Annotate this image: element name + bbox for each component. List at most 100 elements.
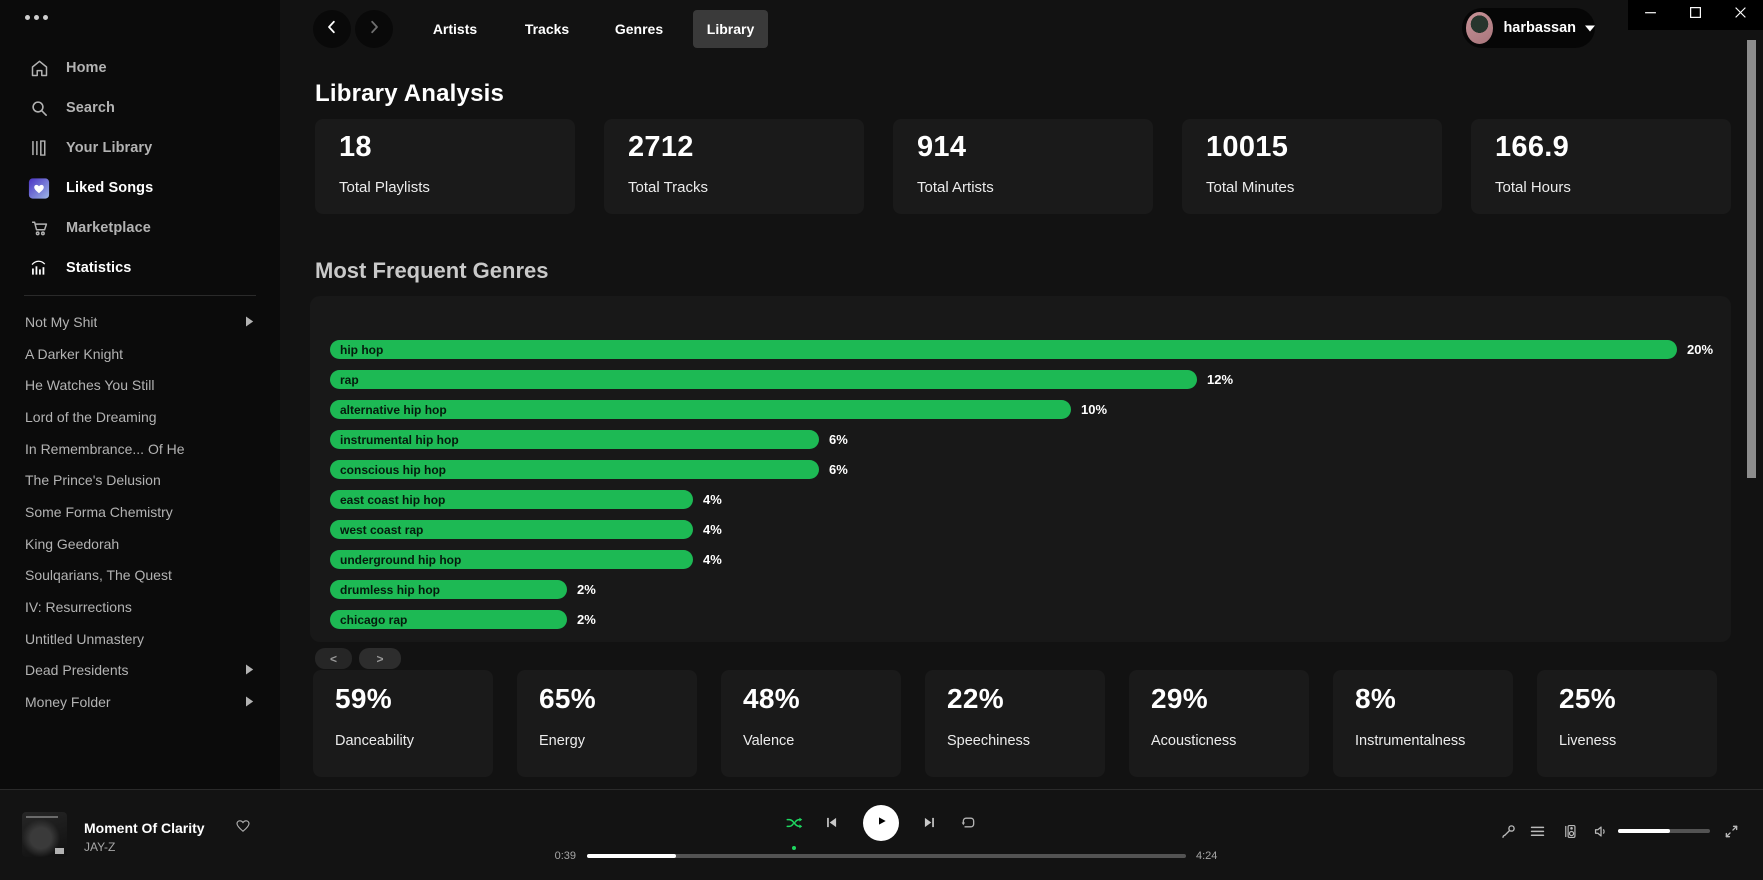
genre-bar-alternative-hip-hop: alternative hip hop: [330, 400, 1071, 419]
forward-icon: [365, 18, 383, 41]
stat-label: Total Minutes: [1206, 179, 1294, 196]
more-options-icon[interactable]: [25, 15, 48, 20]
playlist-item-iv-resurrections[interactable]: IV: Resurrections: [0, 591, 280, 623]
forward-button[interactable]: [355, 10, 393, 48]
genre-bar-chicago-rap: chicago rap: [330, 610, 567, 629]
player-bar: Moment Of Clarity JAY-Z 0:39 4:24: [0, 789, 1763, 880]
chevron-right-icon: [245, 662, 254, 678]
sidebar-item-label: Statistics: [66, 260, 131, 276]
marketplace-icon: [28, 217, 50, 239]
back-icon: [323, 18, 341, 41]
sidebar-item-search[interactable]: Search: [0, 88, 280, 128]
like-button[interactable]: [234, 817, 252, 840]
playlist-item-untitled-unmastery[interactable]: Untitled Unmastery: [0, 623, 280, 655]
app-window: Home Search Your Library Liked Songs Mar…: [0, 0, 1763, 880]
sidebar-item-home[interactable]: Home: [0, 48, 280, 88]
genre-bar-label: hip hop: [340, 343, 383, 357]
stat-value: 10015: [1206, 131, 1288, 164]
playlist-label: Untitled Unmastery: [25, 631, 144, 647]
volume-icon[interactable]: [1592, 822, 1611, 841]
progress-fill: [587, 854, 676, 858]
playlist-item-he-watches-you-still[interactable]: He Watches You Still: [0, 369, 280, 401]
genre-bar-drumless-hip-hop: drumless hip hop: [330, 580, 567, 599]
statistics-icon: [28, 257, 50, 279]
playlist-label: A Darker Knight: [25, 346, 123, 362]
playlist-item-a-darker-knight[interactable]: A Darker Knight: [0, 338, 280, 370]
volume-fill: [1618, 829, 1670, 833]
genre-bar-conscious-hip-hop: conscious hip hop: [330, 460, 819, 479]
playlist-item-king-geedorah[interactable]: King Geedorah: [0, 528, 280, 560]
genre-bar-hip-hop: hip hop: [330, 340, 1677, 359]
chart-prev-button[interactable]: <: [315, 648, 352, 669]
tab-tracks[interactable]: Tracks: [525, 21, 569, 37]
device-icon[interactable]: [1561, 822, 1580, 841]
stat-card-total-playlists: 18 Total Playlists: [315, 119, 575, 214]
playlist-item-in-remembrance-of-he[interactable]: In Remembrance... Of He: [0, 433, 280, 465]
chart-pagination: < >: [315, 648, 401, 669]
minimize-button[interactable]: [1628, 0, 1673, 30]
genre-bar-value: 20%: [1687, 342, 1713, 357]
genre-bar-label: conscious hip hop: [340, 463, 446, 477]
tab-artists[interactable]: Artists: [433, 21, 477, 37]
feature-label: Danceability: [335, 733, 414, 749]
sidebar-item-statistics[interactable]: Statistics: [0, 248, 280, 288]
feature-value: 48%: [743, 683, 800, 715]
sidebar-item-label: Liked Songs: [66, 180, 153, 196]
sidebar-item-label: Your Library: [66, 140, 152, 156]
sidebar-divider: [24, 295, 256, 296]
tab-genres[interactable]: Genres: [615, 21, 663, 37]
main-area: Artists Tracks Genres Library harbassan Lib…: [280, 0, 1763, 789]
sidebar-item-your-library[interactable]: Your Library: [0, 128, 280, 168]
stat-value: 914: [917, 131, 966, 164]
genre-bar-instrumental-hip-hop: instrumental hip hop: [330, 430, 819, 449]
stat-value: 18: [339, 131, 372, 164]
playlist-item-soulqarians-the-quest[interactable]: Soulqarians, The Quest: [0, 560, 280, 592]
volume-slider[interactable]: [1618, 829, 1710, 833]
minimize-icon: [1644, 6, 1657, 24]
playlist-item-some-forma-chemistry[interactable]: Some Forma Chemistry: [0, 496, 280, 528]
tab-library[interactable]: Library: [693, 10, 768, 48]
genre-bar-label: east coast hip hop: [340, 493, 445, 507]
time-duration: 4:24: [1196, 850, 1217, 862]
genre-bar-label: west coast rap: [340, 523, 423, 537]
page-title: Library Analysis: [315, 80, 504, 108]
previous-button[interactable]: [823, 814, 840, 831]
play-button[interactable]: [863, 805, 899, 841]
playlist-item-the-prince-s-delusion[interactable]: The Prince's Delusion: [0, 464, 280, 496]
repeat-button[interactable]: [959, 813, 978, 832]
scrollbar-thumb[interactable]: [1747, 40, 1756, 478]
sidebar-item-liked-songs[interactable]: Liked Songs: [0, 168, 280, 208]
user-menu[interactable]: harbassan: [1462, 8, 1595, 48]
time-elapsed: 0:39: [536, 850, 576, 862]
maximize-button[interactable]: [1673, 0, 1718, 30]
close-button[interactable]: [1718, 0, 1763, 30]
sidebar-item-marketplace[interactable]: Marketplace: [0, 208, 280, 248]
feature-card-acousticness: 29% Acousticness: [1129, 670, 1309, 777]
feature-card-instrumentalness: 8% Instrumentalness: [1333, 670, 1513, 777]
progress-bar[interactable]: [587, 854, 1186, 858]
genre-bar-value: 4%: [703, 552, 722, 567]
avatar: [1466, 12, 1493, 44]
playlist-item-money-folder[interactable]: Money Folder: [0, 686, 280, 718]
playlist-item-lord-of-the-dreaming[interactable]: Lord of the Dreaming: [0, 401, 280, 433]
feature-card-valence: 48% Valence: [721, 670, 901, 777]
shuffle-button[interactable]: [785, 814, 803, 832]
stat-card-total-hours: 166.9 Total Hours: [1471, 119, 1731, 214]
playlist-item-not-my-shit[interactable]: Not My Shit: [0, 306, 280, 338]
chart-next-button[interactable]: >: [359, 648, 401, 669]
playlist-item-dead-presidents[interactable]: Dead Presidents: [0, 655, 280, 687]
playlist-label: Not My Shit: [25, 314, 97, 330]
fullscreen-icon[interactable]: [1722, 822, 1741, 841]
lyrics-mic-icon[interactable]: [1499, 822, 1518, 841]
feature-value: 25%: [1559, 683, 1616, 715]
stat-label: Total Artists: [917, 179, 994, 196]
back-button[interactable]: [313, 10, 351, 48]
track-title[interactable]: Moment Of Clarity: [84, 820, 205, 836]
genre-bar-value: 4%: [703, 522, 722, 537]
next-button[interactable]: [921, 814, 938, 831]
track-artist[interactable]: JAY-Z: [84, 840, 115, 854]
genre-bar-label: alternative hip hop: [340, 403, 447, 417]
genre-bar-value: 10%: [1081, 402, 1107, 417]
queue-icon[interactable]: [1528, 822, 1547, 841]
chevron-right-icon: [245, 694, 254, 710]
